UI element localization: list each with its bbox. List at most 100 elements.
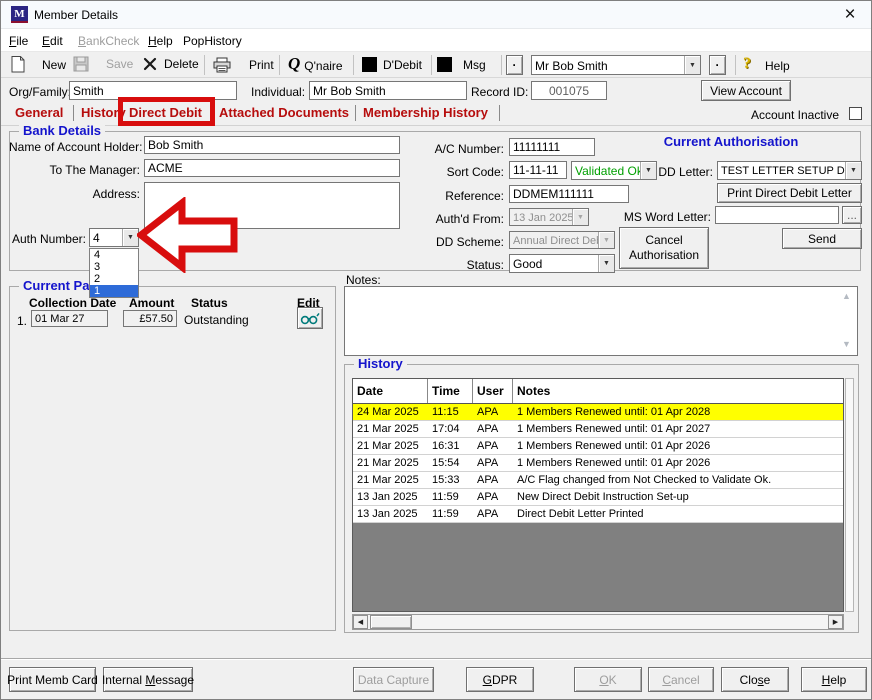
payment-row-index: 1.: [17, 314, 28, 328]
member-prev-dot-button[interactable]: ·: [506, 55, 523, 75]
payment-collection-date-value: 01 Mar 27: [35, 312, 85, 325]
table-row[interactable]: 13 Jan 2025 11:59 APA Direct Debit Lette…: [353, 506, 843, 523]
delete-button[interactable]: Delete: [143, 57, 199, 71]
cancel-authorisation-button[interactable]: Cancel Authorisation: [619, 227, 709, 269]
vertical-scrollbar-track[interactable]: [845, 378, 854, 612]
close-icon[interactable]: ×: [835, 2, 865, 27]
qnaire-button-label: Q'naire: [304, 58, 343, 73]
horizontal-scrollbar[interactable]: ◀ ▶: [352, 614, 844, 630]
qnaire-button[interactable]: Q Q'naire: [288, 54, 343, 74]
member-next-dot-button[interactable]: ·: [709, 55, 726, 75]
table-row[interactable]: 21 Mar 2025 17:04 APA 1 Members Renewed …: [353, 421, 843, 438]
cancel-key: C: [662, 672, 671, 687]
notes-field[interactable]: [344, 286, 858, 356]
to-the-manager-value: ACME: [148, 161, 183, 175]
menu-pophistory[interactable]: PopHistory: [183, 34, 242, 48]
payment-amount: £57.50: [123, 310, 177, 327]
view-account-button[interactable]: View Account: [701, 80, 791, 101]
dd-letter-select[interactable]: TEST LETTER SETUP D ▼: [717, 161, 862, 180]
header-date[interactable]: Date: [353, 379, 428, 403]
help-footer-button[interactable]: Help: [801, 667, 867, 692]
individual-label: Individual:: [251, 85, 306, 99]
tab-membership-history[interactable]: Membership History: [363, 105, 488, 120]
table-row[interactable]: 24 Mar 2025 11:15 APA 1 Members Renewed …: [353, 404, 843, 421]
dropdown-option-selected[interactable]: 1: [90, 285, 138, 297]
scroll-up-icon[interactable]: ▲: [842, 291, 851, 301]
menu-bar: File Edit BankCheck Help PopHistory: [1, 29, 871, 51]
cell-time: 11:15: [432, 406, 459, 418]
glasses-icon: [300, 312, 320, 324]
toolbar-separator: [353, 55, 354, 75]
chevron-down-icon[interactable]: ▼: [684, 56, 700, 74]
scroll-left-icon[interactable]: ◀: [353, 615, 368, 629]
account-holder-field[interactable]: Bob Smith: [144, 136, 400, 154]
cell-notes: 1 Members Renewed until: 01 Apr 2028: [517, 406, 711, 418]
ms-word-letter-field[interactable]: [715, 206, 839, 224]
header-user[interactable]: User: [473, 379, 513, 403]
ms-word-browse-button[interactable]: ...: [842, 206, 862, 224]
gdpr-button[interactable]: G DPR: [466, 667, 534, 692]
individual-field[interactable]: Mr Bob Smith: [309, 81, 467, 100]
print-button[interactable]: Print: [213, 57, 274, 73]
cell-user: APA: [477, 474, 499, 486]
payment-edit-button[interactable]: [297, 307, 323, 329]
sort-code-field[interactable]: 11-11-11: [509, 161, 567, 179]
chevron-down-icon[interactable]: ▼: [845, 162, 861, 179]
chevron-down-icon[interactable]: ▼: [598, 255, 614, 272]
tab-attached-documents[interactable]: Attached Documents: [219, 105, 349, 120]
app-icon: M: [11, 6, 28, 23]
current-authorisation-title: Current Authorisation: [663, 134, 799, 149]
record-id-field: 001075: [531, 81, 607, 100]
account-holder-value: Bob Smith: [148, 138, 204, 152]
table-row[interactable]: 21 Mar 2025 15:33 APA A/C Flag changed f…: [353, 472, 843, 489]
close-button[interactable]: Clo s e: [721, 667, 789, 692]
help-button[interactable]: ? Help: [743, 55, 790, 73]
menu-help-post: elp: [156, 34, 173, 48]
internal-message-button[interactable]: Internal Message: [102, 667, 194, 692]
to-the-manager-field[interactable]: ACME: [144, 159, 400, 177]
payment-amount-value: £57.50: [139, 312, 173, 325]
help-post: elp: [830, 672, 847, 687]
chevron-down-icon[interactable]: ▼: [122, 229, 138, 246]
sort-code-label: Sort Code:: [446, 165, 504, 179]
cell-time: 11:59: [432, 491, 459, 503]
auth-number-select[interactable]: 4 ▼: [89, 228, 139, 247]
menu-edit[interactable]: Edit: [42, 34, 63, 48]
record-id-label: Record ID:: [471, 85, 529, 99]
dropdown-option[interactable]: 3: [90, 261, 138, 273]
ddebit-button[interactable]: D'Debit: [362, 57, 422, 72]
member-select[interactable]: Mr Bob Smith ▼: [531, 55, 701, 75]
scroll-right-icon[interactable]: ▶: [828, 615, 843, 629]
table-row[interactable]: 21 Mar 2025 16:31 APA 1 Members Renewed …: [353, 438, 843, 455]
dropdown-option[interactable]: 4: [90, 249, 138, 261]
tab-general[interactable]: General: [15, 105, 63, 120]
cell-user: APA: [477, 508, 499, 520]
table-row[interactable]: 21 Mar 2025 15:54 APA 1 Members Renewed …: [353, 455, 843, 472]
account-inactive-checkbox[interactable]: [849, 107, 862, 120]
cell-date: 21 Mar 2025: [357, 423, 419, 435]
scroll-down-icon[interactable]: ▼: [842, 339, 851, 349]
gdpr-key: G: [482, 672, 492, 687]
header-notes[interactable]: Notes: [513, 379, 843, 403]
auth-number-value: 4: [93, 231, 100, 245]
status-select[interactable]: Good ▼: [509, 254, 615, 273]
reference-field[interactable]: DDMEM111111: [509, 185, 629, 203]
menu-file[interactable]: File: [9, 34, 28, 48]
dd-scheme-value: Annual Direct Debit Sch: [513, 234, 598, 247]
send-button[interactable]: Send: [782, 228, 862, 249]
ac-number-field[interactable]: 11111111: [509, 138, 595, 156]
print-dd-letter-button[interactable]: Print Direct Debit Letter: [717, 183, 862, 203]
dropdown-option[interactable]: 2: [90, 273, 138, 285]
print-memb-card-button[interactable]: Print Memb Card: [7, 667, 98, 692]
table-row[interactable]: 13 Jan 2025 11:59 APA New Direct Debit I…: [353, 489, 843, 506]
header-time[interactable]: Time: [428, 379, 473, 403]
msg-button[interactable]: Msg: [437, 57, 486, 72]
cell-notes: 1 Members Renewed until: 01 Apr 2027: [517, 423, 711, 435]
cell-time: 16:31: [432, 440, 460, 452]
menu-help[interactable]: Help: [148, 34, 173, 48]
validation-status-value: Validated Ok: [575, 164, 640, 178]
scrollbar-thumb[interactable]: [370, 615, 412, 629]
app-icon-letter: M: [14, 7, 25, 20]
new-button[interactable]: New: [11, 56, 66, 73]
authd-from-value: 13 Jan 2025: [513, 211, 572, 224]
